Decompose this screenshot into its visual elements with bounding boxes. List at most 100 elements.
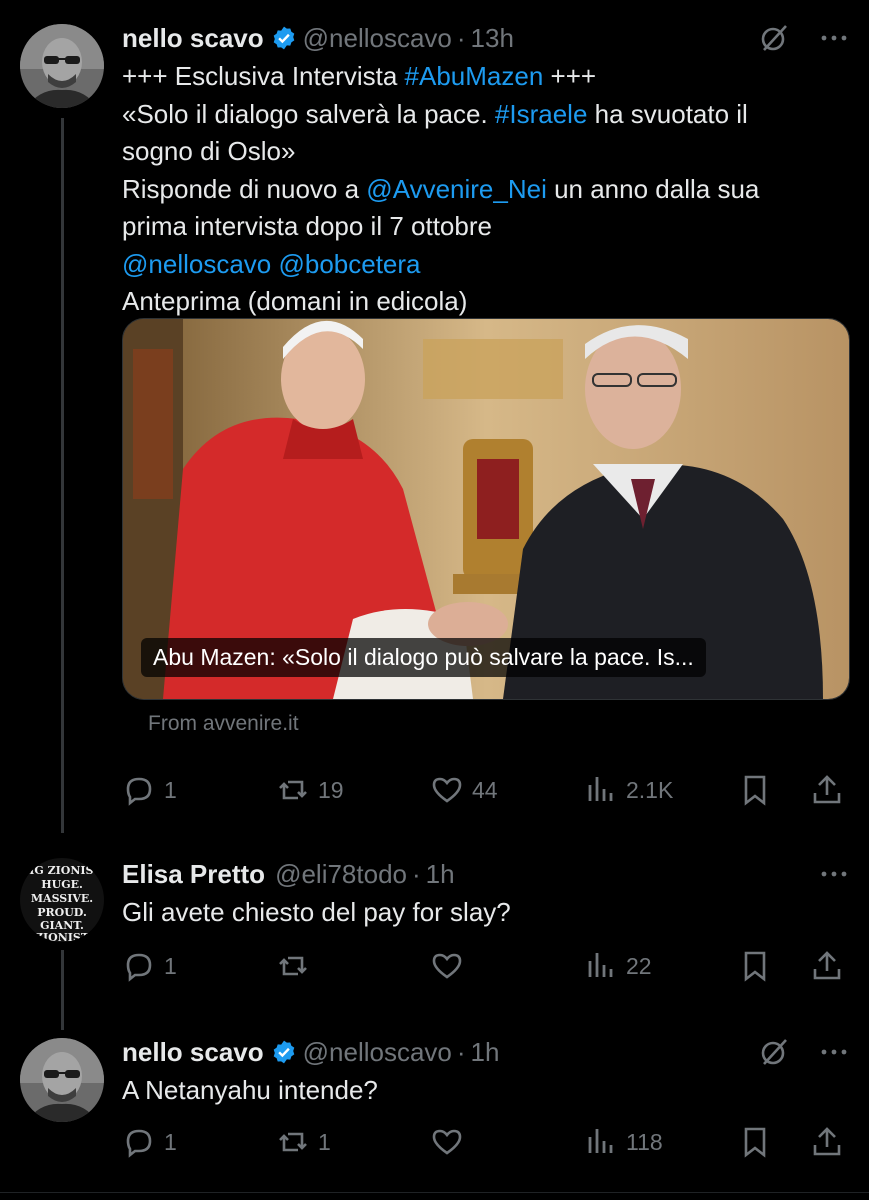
tweet-text-line: sogno di Oslo» xyxy=(122,133,849,171)
bookmark-icon xyxy=(744,775,766,806)
tweet-text-line: prima intervista dopo il 7 ottobre xyxy=(122,208,849,246)
bookmark-icon xyxy=(744,951,766,982)
tweet-text-segment: +++ xyxy=(543,61,597,91)
link-source[interactable]: From avvenire.it xyxy=(148,712,299,736)
tweet-text-segment: Anteprima (domani in edicola) xyxy=(122,286,468,316)
reply-icon xyxy=(126,1129,152,1158)
author-name[interactable]: nello scavo xyxy=(122,23,264,54)
heart-icon xyxy=(432,953,462,979)
reply-count: 1 xyxy=(164,952,177,979)
more-options-icon[interactable] xyxy=(819,1037,849,1067)
share-icon xyxy=(813,951,841,980)
reply-icon xyxy=(126,777,152,806)
avatar[interactable]: BIG ZIONIST. HUGE. MASSIVE. PROUD. GIANT… xyxy=(20,858,104,942)
tweet-text: +++ Esclusiva Intervista #AbuMazen +++ «S… xyxy=(122,58,849,321)
bookmark-icon xyxy=(744,1127,766,1158)
tweet-text-segment: un anno dalla sua xyxy=(546,173,760,204)
avatar-text: MASSIVE. xyxy=(31,892,93,905)
views-button[interactable]: 22 xyxy=(584,946,652,986)
timeline: nello scavo @nelloscavo · 13h +++ Esclus… xyxy=(0,0,869,1200)
avatar-text: BIG ZIONIST. xyxy=(20,864,104,877)
separator-dot: · xyxy=(412,858,421,889)
repost-count: 1 xyxy=(318,1128,331,1155)
share-button[interactable] xyxy=(810,1122,844,1162)
tweet-text-line: «Solo il dialogo salverà la pace. #Israe… xyxy=(122,96,849,134)
main-tweet[interactable]: nello scavo @nelloscavo · 13h +++ Esclus… xyxy=(0,0,869,830)
avatar[interactable] xyxy=(20,24,104,108)
author-name[interactable]: nello scavo xyxy=(122,1037,264,1068)
link-card-image[interactable]: Abu Mazen: «Solo il dialogo può salvare … xyxy=(122,318,850,700)
views-icon xyxy=(588,1129,613,1153)
hashtag-or-mention-link[interactable]: @Avvenire_Nei xyxy=(366,174,547,204)
tweet-text-line: Anteprima (domani in edicola) xyxy=(122,283,849,321)
avatar[interactable] xyxy=(20,1038,104,1122)
views-count: 2.1K xyxy=(626,776,674,803)
heart-icon xyxy=(432,777,462,803)
tweet-text-segment: prima intervista dopo il 7 ottobre xyxy=(122,211,492,241)
author-name[interactable]: Elisa Pretto xyxy=(122,859,265,890)
views-button[interactable]: 118 xyxy=(584,1122,663,1162)
share-button[interactable] xyxy=(810,770,844,810)
share-button[interactable] xyxy=(810,946,844,986)
tweet-text-segment: +++ Esclusiva Intervista xyxy=(122,61,405,91)
views-button[interactable]: 2.1K xyxy=(584,770,673,810)
more-options-icon[interactable] xyxy=(819,23,849,53)
more-options-icon[interactable] xyxy=(819,859,849,889)
timestamp[interactable]: 13h xyxy=(471,23,514,54)
avatar-text: PROUD. xyxy=(37,906,87,919)
hashtag-or-mention-link[interactable]: #AbuMazen xyxy=(405,61,544,91)
tweet-header: Elisa Pretto @eli78todo · 1h xyxy=(122,856,849,892)
reply-count: 1 xyxy=(164,1128,177,1155)
tweet-text-line: Risponde di nuovo a @Avvenire_Nei un ann… xyxy=(122,171,849,209)
reply-tweet[interactable]: BIG ZIONIST. HUGE. MASSIVE. PROUD. GIANT… xyxy=(0,840,869,1020)
separator-dot: · xyxy=(456,1036,466,1067)
tweet-header: nello scavo @nelloscavo · 1h xyxy=(122,1034,849,1070)
author-handle[interactable]: @nelloscavo xyxy=(303,23,452,54)
repost-icon xyxy=(279,780,307,800)
views-icon xyxy=(588,777,613,801)
tweet-text: Gli avete chiesto del pay for slay? xyxy=(122,897,511,927)
timestamp[interactable]: 1h xyxy=(471,1037,500,1068)
like-button[interactable] xyxy=(430,1122,472,1162)
repost-button[interactable]: 1 xyxy=(276,1122,331,1162)
bookmark-button[interactable] xyxy=(738,1122,772,1162)
views-count: 22 xyxy=(626,952,652,979)
repost-icon xyxy=(279,956,307,976)
views-icon xyxy=(588,953,613,977)
reply-button[interactable]: 1 xyxy=(122,770,177,810)
timestamp[interactable]: 1h xyxy=(426,859,455,890)
like-button[interactable] xyxy=(430,946,472,986)
reply-button[interactable]: 1 xyxy=(122,1122,177,1162)
action-bar: 1 19 44 2.1K xyxy=(0,770,869,810)
hashtag-or-mention-link[interactable]: @nelloscavo @bobcetera xyxy=(122,249,421,279)
grok-icon[interactable] xyxy=(759,1037,789,1067)
like-count: 44 xyxy=(472,776,498,803)
grok-icon[interactable] xyxy=(759,23,789,53)
repost-button[interactable]: 19 xyxy=(276,770,344,810)
bottom-divider xyxy=(0,1192,869,1193)
reply-tweet[interactable]: nello scavo @nelloscavo · 1h A Netanyahu… xyxy=(0,1018,869,1200)
share-icon xyxy=(813,775,841,804)
author-handle[interactable]: @eli78todo xyxy=(275,859,407,890)
reply-icon xyxy=(126,953,152,982)
share-icon xyxy=(813,1127,841,1156)
bookmark-button[interactable] xyxy=(738,770,772,810)
tweet-header: nello scavo @nelloscavo · 13h xyxy=(122,20,849,56)
tweet-text-line: +++ Esclusiva Intervista #AbuMazen +++ xyxy=(122,58,849,96)
hashtag-or-mention-link[interactable]: #Israele xyxy=(495,99,588,129)
reply-button[interactable]: 1 xyxy=(122,946,177,986)
bookmark-button[interactable] xyxy=(738,946,772,986)
tweet-text-line: @nelloscavo @bobcetera xyxy=(122,246,849,284)
repost-button[interactable] xyxy=(276,946,318,986)
author-handle[interactable]: @nelloscavo xyxy=(303,1037,452,1068)
tweet-text-segment: Risponde di nuovo a xyxy=(122,173,367,204)
like-button[interactable]: 44 xyxy=(430,770,498,810)
action-bar: 1 1 118 xyxy=(0,1122,869,1162)
repost-count: 19 xyxy=(318,776,344,803)
repost-icon xyxy=(279,1132,307,1152)
verified-badge-icon xyxy=(273,26,294,50)
avatar-text: ZIONIST xyxy=(35,931,90,942)
tweet-text-segment: ha svuotato il xyxy=(587,98,748,129)
link-card-title[interactable]: Abu Mazen: «Solo il dialogo può salvare … xyxy=(141,638,706,677)
views-count: 118 xyxy=(626,1128,663,1155)
